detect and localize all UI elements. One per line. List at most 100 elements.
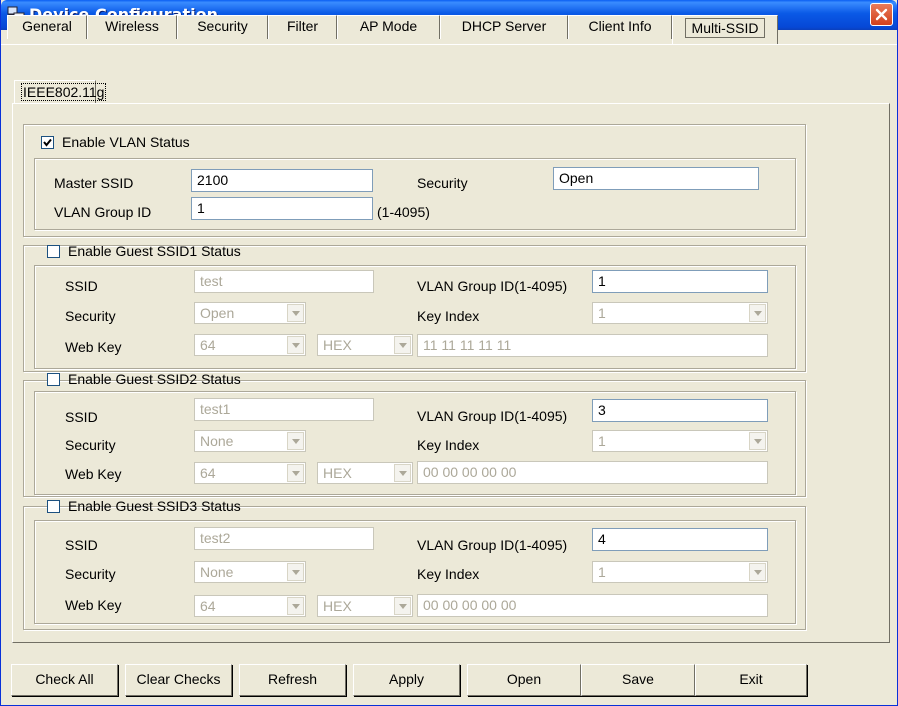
enable-guest-ssid1-row[interactable]: Enable Guest SSID1 Status <box>47 242 241 260</box>
guest-ssid3-vlan-input[interactable]: 4 <box>592 528 768 551</box>
guest-ssid1-webkey-label: Web Key <box>65 339 122 355</box>
guest-ssid1-vlan-label: VLAN Group ID(1-4095) <box>417 278 568 294</box>
guest-ssid3-security-value: None <box>200 564 234 580</box>
chevron-down-icon <box>394 597 411 615</box>
guest-ssid3-keyfmt-value: HEX <box>323 598 352 614</box>
guest-ssid2-vlan-label: VLAN Group ID(1-4095) <box>417 408 568 424</box>
tab-multi-ssid[interactable]: Multi-SSID <box>672 15 778 45</box>
enable-guest-ssid3-label: Enable Guest SSID3 Status <box>68 498 241 514</box>
guest-ssid2-keylen-value: 64 <box>200 465 216 481</box>
save-button[interactable]: Save <box>581 664 695 696</box>
guest-ssid3-ssid-input[interactable]: test2 <box>194 527 374 550</box>
enable-guest-ssid3-checkbox[interactable] <box>47 499 60 513</box>
close-button[interactable] <box>870 3 893 26</box>
chevron-down-icon <box>287 563 304 581</box>
guest-ssid2-security-label: Security <box>65 437 116 453</box>
refresh-button[interactable]: Refresh <box>239 664 346 696</box>
chevron-down-icon <box>749 432 766 450</box>
device-configuration-window: Device Configuration General Wireless Se… <box>0 0 898 706</box>
apply-button[interactable]: Apply <box>353 664 460 696</box>
guest-ssid1-security-select[interactable]: Open <box>194 302 306 324</box>
chevron-down-icon <box>287 336 304 354</box>
guest-ssid3-security-label: Security <box>65 566 116 582</box>
guest-ssid2-vlan-input[interactable]: 3 <box>592 399 768 422</box>
check-all-button[interactable]: Check All <box>11 664 118 696</box>
tab-dhcp-server[interactable]: DHCP Server <box>440 15 568 39</box>
guest-ssid2-security-value: None <box>200 433 234 449</box>
guest-ssid1-ssid-label: SSID <box>65 278 98 294</box>
tab-client-info[interactable]: Client Info <box>568 15 672 39</box>
chevron-down-icon <box>749 563 766 581</box>
guest-ssid1-security-value: Open <box>200 305 235 321</box>
enable-guest-ssid2-checkbox[interactable] <box>47 372 60 386</box>
guest-ssid3-keylen-select[interactable]: 64 <box>194 595 306 617</box>
tab-filter[interactable]: Filter <box>268 15 337 39</box>
clear-checks-button[interactable]: Clear Checks <box>125 664 232 696</box>
master-ssid-label: Master SSID <box>54 175 134 191</box>
tab-wireless[interactable]: Wireless <box>87 15 177 39</box>
guest-ssid1-keylen-value: 64 <box>200 337 216 353</box>
guest-ssid3-keyfmt-select[interactable]: HEX <box>317 595 413 617</box>
checkmark-icon <box>43 138 52 147</box>
guest-ssid3-keylen-value: 64 <box>200 598 216 614</box>
enable-guest-ssid2-row[interactable]: Enable Guest SSID2 Status <box>47 370 241 388</box>
guest-ssid3-key-input[interactable]: 00 00 00 00 00 <box>417 594 768 617</box>
security-input[interactable]: Open <box>553 167 759 190</box>
guest-ssid1-keyindex-value: 1 <box>598 305 606 321</box>
guest-ssid3-vlan-label: VLAN Group ID(1-4095) <box>417 537 568 553</box>
enable-vlan-checkbox[interactable] <box>41 135 54 149</box>
enable-guest-ssid3-row[interactable]: Enable Guest SSID3 Status <box>47 497 241 515</box>
guest-ssid2-keyfmt-select[interactable]: HEX <box>317 462 413 484</box>
vlan-range-label: (1-4095) <box>377 204 430 220</box>
subtab-label: IEEE802.11g <box>21 83 107 101</box>
chevron-down-icon <box>394 336 411 354</box>
chevron-down-icon <box>287 432 304 450</box>
guest-ssid1-key-input[interactable]: 11 11 11 11 11 <box>417 334 768 357</box>
chevron-down-icon <box>287 597 304 615</box>
vlan-group-id-label: VLAN Group ID <box>54 204 152 220</box>
enable-guest-ssid1-checkbox[interactable] <box>47 244 60 258</box>
guest-ssid1-keyindex-select[interactable]: 1 <box>592 302 768 324</box>
enable-guest-ssid2-label: Enable Guest SSID2 Status <box>68 371 241 387</box>
guest-ssid2-keyindex-select[interactable]: 1 <box>592 430 768 452</box>
guest-ssid2-webkey-label: Web Key <box>65 466 122 482</box>
guest-ssid2-key-input[interactable]: 00 00 00 00 00 <box>417 461 768 484</box>
guest-ssid2-keyindex-label: Key Index <box>417 437 480 453</box>
enable-vlan-label: Enable VLAN Status <box>62 134 190 150</box>
tab-divider <box>1 44 897 45</box>
guest-ssid2-keyfmt-value: HEX <box>323 465 352 481</box>
exit-button[interactable]: Exit <box>695 664 807 696</box>
tab-ieee80211g[interactable]: IEEE802.11g <box>14 80 107 104</box>
guest-ssid1-ssid-input[interactable]: test <box>194 270 374 293</box>
guest-ssid2-keyindex-value: 1 <box>598 433 606 449</box>
tab-ap-mode[interactable]: AP Mode <box>337 15 440 39</box>
tab-multi-ssid-label: Multi-SSID <box>684 18 766 38</box>
enable-guest-ssid1-label: Enable Guest SSID1 Status <box>68 243 241 259</box>
enable-vlan-row[interactable]: Enable VLAN Status <box>41 133 190 151</box>
guest-ssid2-ssid-input[interactable]: test1 <box>194 398 374 421</box>
guest-ssid2-keylen-select[interactable]: 64 <box>194 462 306 484</box>
guest-ssid1-vlan-input[interactable]: 1 <box>592 270 768 293</box>
chevron-down-icon <box>749 304 766 322</box>
guest-ssid2-ssid-label: SSID <box>65 409 98 425</box>
chevron-down-icon <box>287 304 304 322</box>
guest-ssid3-webkey-label: Web Key <box>65 597 122 613</box>
guest-ssid3-keyindex-label: Key Index <box>417 566 480 582</box>
guest-ssid3-security-select[interactable]: None <box>194 561 306 583</box>
master-ssid-input[interactable]: 2100 <box>191 169 373 192</box>
guest-ssid3-keyindex-value: 1 <box>598 564 606 580</box>
guest-ssid1-keylen-select[interactable]: 64 <box>194 334 306 356</box>
security-label: Security <box>417 175 468 191</box>
guest-ssid3-keyindex-select[interactable]: 1 <box>592 561 768 583</box>
tab-general[interactable]: General <box>7 15 87 39</box>
guest-ssid2-security-select[interactable]: None <box>194 430 306 452</box>
open-button[interactable]: Open <box>467 664 581 696</box>
vlan-group-id-input[interactable]: 1 <box>191 197 373 220</box>
tab-security[interactable]: Security <box>177 15 268 39</box>
guest-ssid1-keyindex-label: Key Index <box>417 308 480 324</box>
guest-ssid1-keyfmt-value: HEX <box>323 337 352 353</box>
guest-ssid3-ssid-label: SSID <box>65 537 98 553</box>
close-icon <box>875 8 888 21</box>
guest-ssid1-security-label: Security <box>65 308 116 324</box>
guest-ssid1-keyfmt-select[interactable]: HEX <box>317 334 413 356</box>
